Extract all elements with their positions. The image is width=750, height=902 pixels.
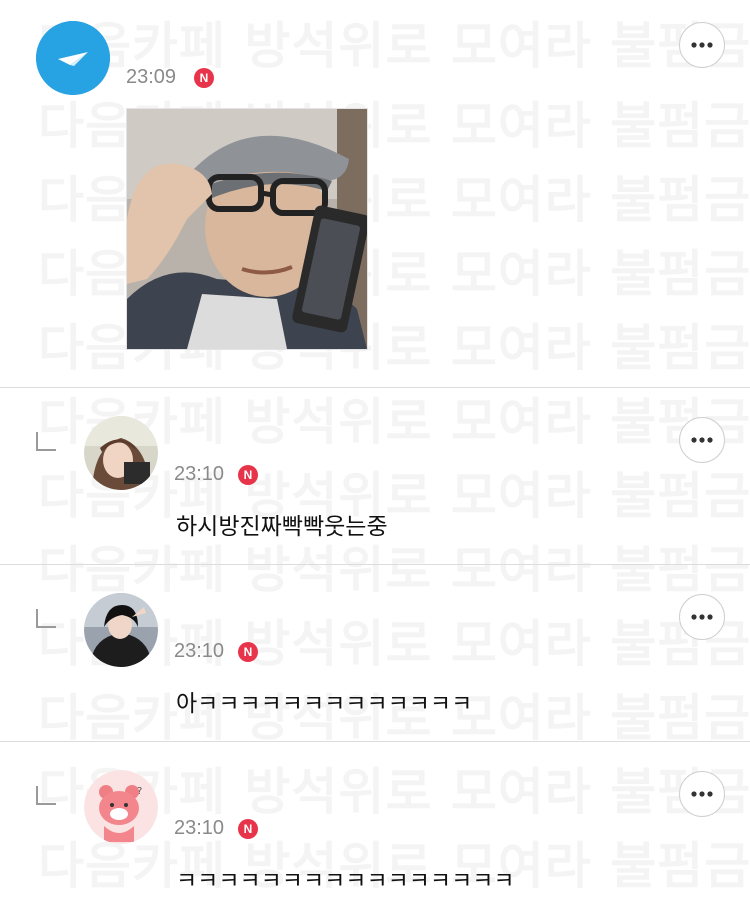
comment-time: 23:10: [174, 463, 225, 485]
comment-text: 아ㅋㅋㅋㅋㅋㅋㅋㅋㅋㅋㅋㅋㅋ: [176, 691, 473, 717]
more-horizontal-icon: [691, 437, 713, 443]
comment-item: 23:10 N 아ㅋㅋㅋㅋㅋㅋㅋㅋㅋㅋㅋㅋㅋ: [0, 565, 750, 742]
comment-text: 하시방진짜빡빡웃는중: [176, 514, 388, 540]
comment-time: 23:10: [174, 817, 225, 839]
avatar[interactable]: [36, 21, 110, 95]
cartoon-bear-icon: ?: [84, 770, 158, 844]
more-options-button[interactable]: [679, 22, 725, 68]
comment-time: 23:09: [126, 66, 177, 88]
more-options-button[interactable]: [679, 594, 725, 640]
more-horizontal-icon: [691, 791, 713, 797]
avatar[interactable]: [84, 593, 158, 667]
new-badge: N: [238, 642, 258, 662]
profile-photo-icon: [84, 416, 158, 490]
comment-item: 23:09 N: [0, 0, 750, 388]
new-badge: N: [238, 819, 258, 839]
avatar[interactable]: [84, 416, 158, 490]
comment-text: ㅋㅋㅋㅋㅋㅋㅋㅋㅋㅋㅋㅋㅋㅋㅋㅋ: [176, 868, 515, 894]
new-badge: N: [194, 68, 214, 88]
comment-item: 23:10 N 하시방진짜빡빡웃는중: [0, 388, 750, 565]
reply-arrow-icon: [36, 432, 56, 451]
more-options-button[interactable]: [679, 771, 725, 817]
comment-time: 23:10: [174, 640, 225, 662]
attached-photo[interactable]: [126, 108, 368, 350]
more-horizontal-icon: [691, 42, 713, 48]
comment-item: ? 23:10 N ㅋㅋㅋㅋㅋㅋㅋㅋㅋㅋㅋㅋㅋㅋㅋㅋ: [0, 742, 750, 902]
more-horizontal-icon: [691, 614, 713, 620]
paper-plane-icon: [36, 21, 110, 95]
svg-text:?: ?: [137, 786, 142, 797]
avatar[interactable]: ?: [84, 770, 158, 844]
reply-arrow-icon: [36, 609, 56, 628]
reply-arrow-icon: [36, 786, 56, 805]
more-options-button[interactable]: [679, 417, 725, 463]
photo-image: [127, 109, 367, 349]
new-badge: N: [238, 465, 258, 485]
profile-photo-icon: [84, 593, 158, 667]
